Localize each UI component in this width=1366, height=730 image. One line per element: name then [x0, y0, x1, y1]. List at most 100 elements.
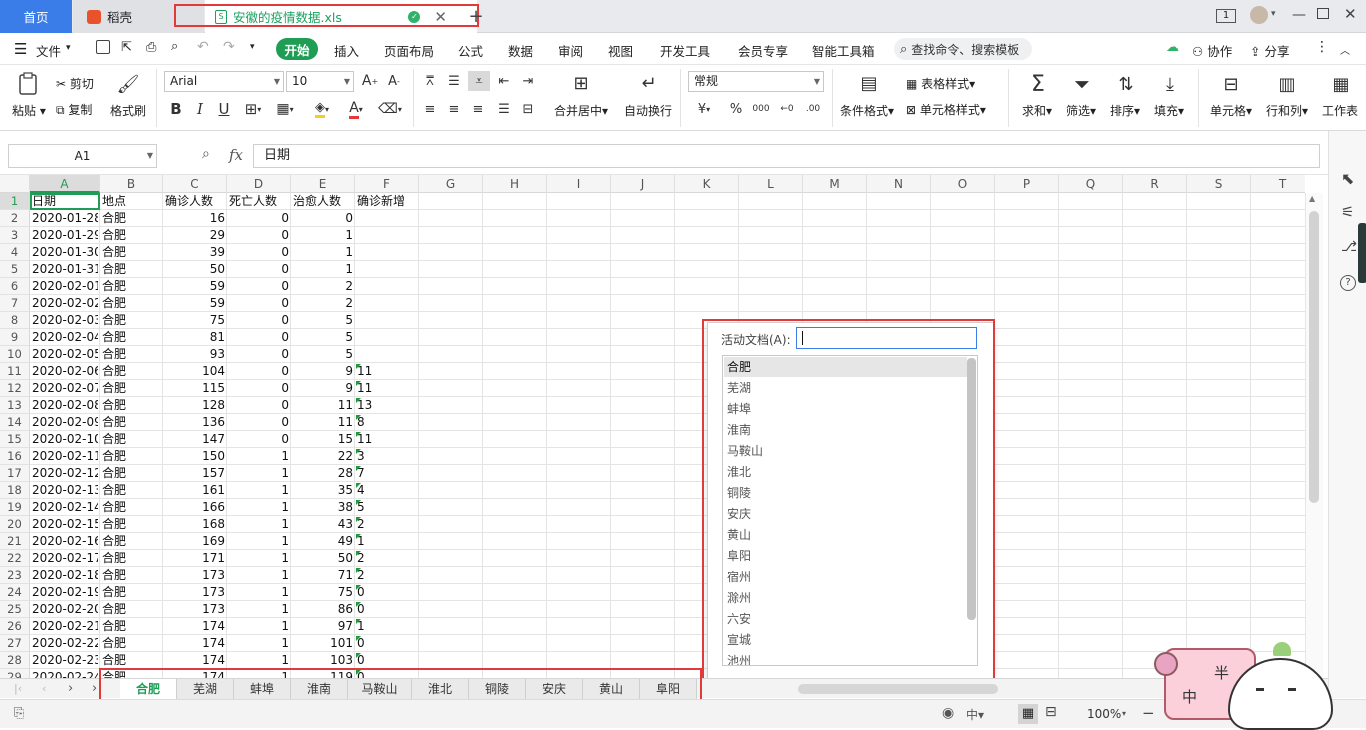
- number-format-select[interactable]: 常规 ▼: [688, 71, 824, 92]
- cell[interactable]: [357, 295, 417, 312]
- cell[interactable]: 合肥: [102, 618, 161, 635]
- scroll-up-icon[interactable]: ▲: [1309, 194, 1315, 203]
- sort-icon[interactable]: ⇅: [1114, 71, 1138, 97]
- save-icon[interactable]: [96, 40, 110, 54]
- cell[interactable]: 93: [165, 346, 225, 363]
- align-bottom-icon[interactable]: ⩡: [468, 71, 490, 91]
- column-header-o[interactable]: O: [931, 175, 995, 193]
- print-icon[interactable]: ⎙: [146, 40, 156, 55]
- copy-button[interactable]: ⧉ 复制: [56, 101, 92, 118]
- align-middle-icon[interactable]: ☰: [444, 71, 464, 91]
- cell[interactable]: 0: [229, 261, 289, 278]
- row-header[interactable]: 17: [0, 465, 30, 482]
- fill-button[interactable]: 填充▾: [1154, 102, 1184, 119]
- row-header[interactable]: 23: [0, 567, 30, 584]
- cell[interactable]: 86: [293, 601, 353, 618]
- cell[interactable]: 合肥: [102, 635, 161, 652]
- column-header-m[interactable]: M: [803, 175, 867, 193]
- menu-start[interactable]: 开始: [276, 38, 318, 60]
- cell[interactable]: 39: [165, 244, 225, 261]
- cell[interactable]: 合肥: [102, 363, 161, 380]
- cell[interactable]: 11: [293, 414, 353, 431]
- row-header[interactable]: 29: [0, 669, 30, 678]
- row-header[interactable]: 13: [0, 397, 30, 414]
- cell[interactable]: 2020-01-29: [32, 227, 98, 244]
- column-header-r[interactable]: R: [1123, 175, 1187, 193]
- cell[interactable]: 157: [165, 465, 225, 482]
- row-header[interactable]: 2: [0, 210, 30, 227]
- cell[interactable]: 59: [165, 295, 225, 312]
- new-tab-plus-icon[interactable]: +: [464, 0, 488, 33]
- cell[interactable]: 103: [293, 652, 353, 669]
- cell[interactable]: 2: [357, 550, 417, 567]
- eye-protection-icon[interactable]: ◉: [942, 705, 954, 721]
- cell[interactable]: 75: [293, 584, 353, 601]
- cell[interactable]: 合肥: [102, 295, 161, 312]
- minimize-icon[interactable]: —: [1292, 7, 1306, 23]
- command-search[interactable]: ⌕ 查找命令、搜索模板: [894, 38, 1032, 60]
- font-size-select[interactable]: 10 ▼: [286, 71, 354, 92]
- hamburger-icon[interactable]: ☰: [14, 40, 27, 58]
- cell[interactable]: 11: [293, 397, 353, 414]
- wrap-text-button[interactable]: 自动换行: [624, 102, 672, 119]
- close-window-icon[interactable]: ✕: [1344, 5, 1357, 23]
- cell[interactable]: 2020-02-14: [32, 499, 98, 516]
- cell[interactable]: 5: [293, 346, 353, 363]
- increase-font-icon[interactable]: A +: [360, 71, 380, 91]
- cell[interactable]: 9: [293, 380, 353, 397]
- cell[interactable]: 合肥: [102, 431, 161, 448]
- worksheet-button[interactable]: 工作表: [1322, 102, 1366, 119]
- cell[interactable]: 合肥: [102, 346, 161, 363]
- cell[interactable]: 死亡人数: [229, 193, 289, 210]
- align-left-icon[interactable]: ≡: [420, 99, 440, 119]
- cell[interactable]: 22: [293, 448, 353, 465]
- cell[interactable]: 71: [293, 567, 353, 584]
- collapse-ribbon-icon[interactable]: ︿: [1340, 42, 1350, 57]
- cell[interactable]: 合肥: [102, 499, 161, 516]
- cell[interactable]: 0: [229, 295, 289, 312]
- cell[interactable]: 合肥: [102, 278, 161, 295]
- column-header-g[interactable]: G: [419, 175, 483, 193]
- file-menu-chevron-icon[interactable]: ▾: [66, 43, 71, 53]
- align-right-icon[interactable]: ≡: [468, 99, 488, 119]
- formula-input[interactable]: 日期: [253, 144, 1320, 168]
- cell[interactable]: 2: [357, 567, 417, 584]
- name-box[interactable]: A1 ▼: [8, 144, 157, 168]
- cell[interactable]: 128: [165, 397, 225, 414]
- cell[interactable]: 115: [165, 380, 225, 397]
- menu-member[interactable]: 会员专享: [738, 41, 788, 60]
- border-icon[interactable]: ⊞ ▾: [240, 99, 266, 119]
- align-top-icon[interactable]: ⩞: [420, 71, 440, 91]
- cell[interactable]: 0: [357, 601, 417, 618]
- cell[interactable]: 2020-02-15: [32, 516, 98, 533]
- row-header[interactable]: 1: [0, 193, 30, 210]
- column-header-j[interactable]: J: [611, 175, 675, 193]
- cell[interactable]: 75: [165, 312, 225, 329]
- cell[interactable]: 104: [165, 363, 225, 380]
- conditional-format-icon[interactable]: ▤: [856, 71, 882, 95]
- row-header[interactable]: 21: [0, 533, 30, 550]
- cell[interactable]: 43: [293, 516, 353, 533]
- fill-color-icon[interactable]: ◈ ▾: [308, 99, 336, 119]
- cell[interactable]: 5: [293, 312, 353, 329]
- print-preview-icon[interactable]: ⌕: [171, 39, 178, 54]
- macro-record-icon[interactable]: ⎘: [14, 706, 24, 721]
- cell[interactable]: 合肥: [102, 567, 161, 584]
- menu-formula[interactable]: 公式: [458, 41, 483, 60]
- conditional-format-button[interactable]: 条件格式▾: [840, 102, 894, 119]
- sidebar-handle[interactable]: [1358, 223, 1366, 283]
- menu-data[interactable]: 数据: [508, 41, 533, 60]
- rows-cols-icon[interactable]: ▥: [1274, 71, 1300, 97]
- cell[interactable]: 确诊新增: [357, 193, 417, 210]
- cell[interactable]: 0: [229, 244, 289, 261]
- cells-icon[interactable]: ⊟: [1218, 71, 1244, 97]
- row-header[interactable]: 16: [0, 448, 30, 465]
- currency-icon[interactable]: ¥ ▾: [692, 99, 716, 119]
- cell[interactable]: 2: [293, 295, 353, 312]
- cell[interactable]: 2020-01-31: [32, 261, 98, 278]
- column-header-p[interactable]: P: [995, 175, 1059, 193]
- row-header[interactable]: 25: [0, 601, 30, 618]
- cell[interactable]: 2: [293, 278, 353, 295]
- cell[interactable]: 合肥: [102, 414, 161, 431]
- sum-button[interactable]: 求和▾: [1022, 102, 1052, 119]
